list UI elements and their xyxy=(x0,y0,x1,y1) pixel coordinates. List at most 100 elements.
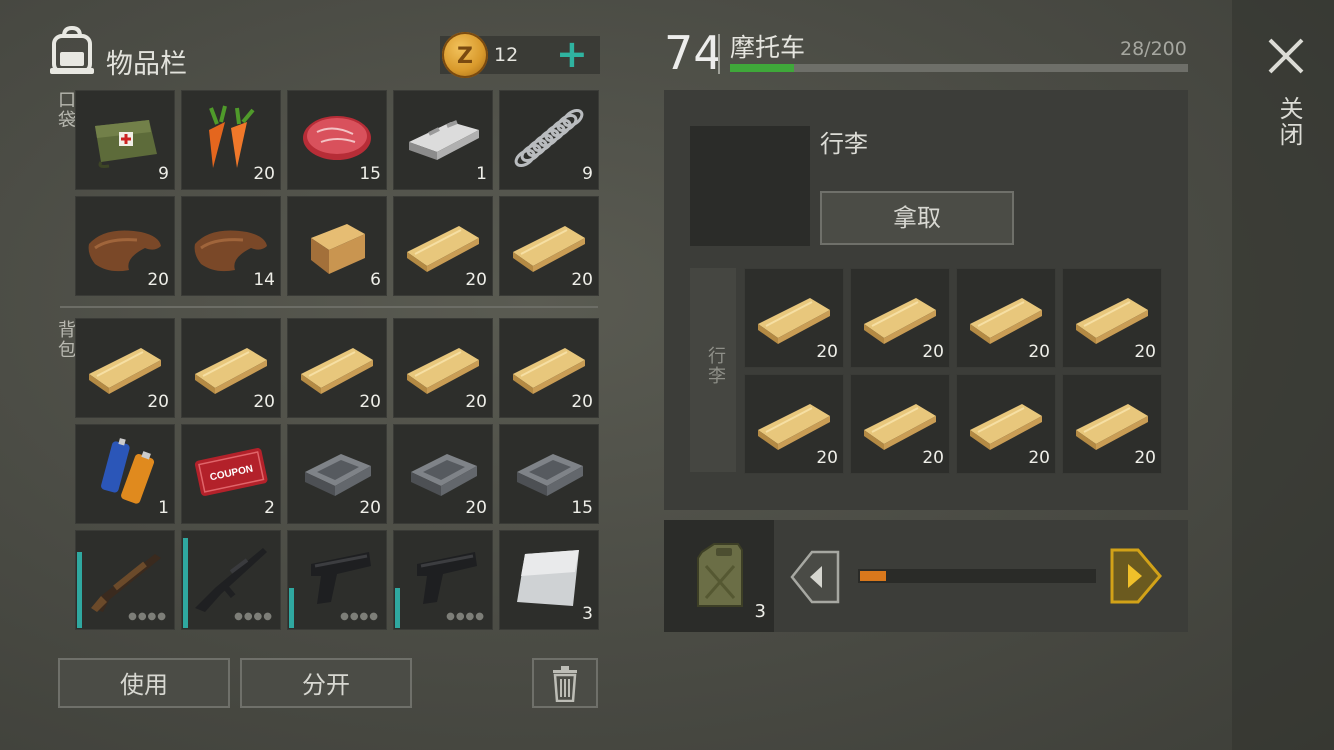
backpack-slot-iron-ingot[interactable]: 20 xyxy=(393,424,493,524)
capacity-bar-fill xyxy=(730,64,795,72)
item-count: 1 xyxy=(476,164,487,184)
item-count: 20 xyxy=(465,498,487,518)
item-count: 20 xyxy=(253,164,275,184)
iron-ingot-icon xyxy=(297,436,377,506)
use-button[interactable]: 使用 xyxy=(58,658,230,708)
iron-ingot-icon xyxy=(509,436,589,506)
pocket-slot-raw-meat[interactable]: 15 xyxy=(287,90,387,190)
close-icon[interactable] xyxy=(1264,34,1308,78)
take-button[interactable]: 拿取 xyxy=(820,191,1014,245)
durability-bar xyxy=(77,552,82,628)
add-coins-button[interactable]: + xyxy=(556,34,588,74)
close-label[interactable]: 关闭 xyxy=(1272,96,1307,148)
wood-plank-icon xyxy=(191,330,271,400)
fuel-decrease-arrow-icon[interactable] xyxy=(790,550,842,604)
luggage-slot-wood-plank[interactable]: 20 xyxy=(956,268,1056,368)
luggage-title: 行李 xyxy=(820,130,868,158)
vehicle-separator xyxy=(718,34,720,74)
item-count: 20 xyxy=(922,448,944,468)
luggage-slot-wood-plank[interactable]: 20 xyxy=(1062,268,1162,368)
pistol-icon xyxy=(403,542,483,612)
luggage-slot-wood-plank[interactable]: 20 xyxy=(744,268,844,368)
vehicle-capacity: 28/200 xyxy=(1120,38,1187,60)
luggage-slot-wood-plank[interactable]: 20 xyxy=(744,374,844,474)
coin-count: 12 xyxy=(494,44,519,66)
fuel-slider-fill xyxy=(860,571,886,581)
wood-plank-icon xyxy=(509,208,589,278)
pocket-slot-spring[interactable]: 9 xyxy=(499,90,599,190)
upgrade-dots: ●●●● xyxy=(340,611,379,622)
pistol-icon xyxy=(297,542,377,612)
pocket-slot-medkit-bag[interactable]: 9 xyxy=(75,90,175,190)
backpack-slot-iron-ingot[interactable]: 20 xyxy=(287,424,387,524)
item-count: 20 xyxy=(571,392,593,412)
backpack-slot-wood-plank[interactable]: 20 xyxy=(499,318,599,418)
backpack-slot-pistol[interactable]: ●●●● xyxy=(393,530,493,630)
trash-button[interactable] xyxy=(532,658,598,708)
split-button[interactable]: 分开 xyxy=(240,658,412,708)
spring-icon xyxy=(509,102,589,172)
vehicle-level: 74 xyxy=(664,26,723,80)
wood-plank-icon xyxy=(509,330,589,400)
durability-bar xyxy=(183,538,188,628)
pocket-slot-wood-block[interactable]: 6 xyxy=(287,196,387,296)
luggage-image xyxy=(690,126,810,246)
coin-icon: Z xyxy=(442,32,488,78)
wood-plank-icon xyxy=(403,330,483,400)
backpack-slot-wood-plank[interactable]: 20 xyxy=(393,318,493,418)
backpack-slot-batteries[interactable]: 1 xyxy=(75,424,175,524)
wood-plank-icon xyxy=(754,280,834,350)
item-count: 20 xyxy=(359,498,381,518)
shotgun-icon xyxy=(85,542,165,612)
wood-plank-icon xyxy=(403,208,483,278)
luggage-slot-wood-plank[interactable]: 20 xyxy=(850,268,950,368)
svg-text:Z: Z xyxy=(457,44,473,69)
item-count: 20 xyxy=(253,392,275,412)
wood-plank-icon xyxy=(1072,280,1152,350)
medkit-bag-icon xyxy=(85,102,165,172)
backpack-slot-wood-plank[interactable]: 20 xyxy=(75,318,175,418)
wood-plank-icon xyxy=(297,330,377,400)
item-count: 9 xyxy=(582,164,593,184)
pocket-slot-carrot[interactable]: 20 xyxy=(181,90,281,190)
pocket-slot-leather[interactable]: 14 xyxy=(181,196,281,296)
luggage-slot-wood-plank[interactable]: 20 xyxy=(1062,374,1162,474)
wood-plank-icon xyxy=(1072,386,1152,456)
metal-ingot-icon xyxy=(403,102,483,172)
pocket-slot-wood-plank[interactable]: 20 xyxy=(499,196,599,296)
wood-plank-icon xyxy=(966,386,1046,456)
upgrade-dots: ●●●● xyxy=(128,611,167,622)
backpack-slot-wood-plank[interactable]: 20 xyxy=(287,318,387,418)
batteries-icon xyxy=(85,436,165,506)
backpack-slot-assault-rifle[interactable]: ●●●● xyxy=(181,530,281,630)
backpack-slot-coupon[interactable]: COUPON 2 xyxy=(181,424,281,524)
backpack-slot-shotgun[interactable]: ●●●● xyxy=(75,530,175,630)
pocket-slot-metal-ingot[interactable]: 1 xyxy=(393,90,493,190)
wood-plank-icon xyxy=(860,280,940,350)
backpack-slot-pistol[interactable]: ●●●● xyxy=(287,530,387,630)
luggage-slot-wood-plank[interactable]: 20 xyxy=(956,374,1056,474)
pocket-slot-leather[interactable]: 20 xyxy=(75,196,175,296)
backpack-slot-wood-plank[interactable]: 20 xyxy=(181,318,281,418)
backpack-slot-iron-ingot[interactable]: 15 xyxy=(499,424,599,524)
item-count: 20 xyxy=(1028,448,1050,468)
fuel-slider-track[interactable] xyxy=(858,569,1096,583)
wood-plank-icon xyxy=(85,330,165,400)
assault-rifle-icon xyxy=(191,542,271,612)
item-count: 20 xyxy=(571,270,593,290)
fuel-increase-arrow-icon[interactable] xyxy=(1110,548,1162,604)
backpack-icon xyxy=(50,26,94,74)
item-count: 14 xyxy=(253,270,275,290)
item-count: 20 xyxy=(147,392,169,412)
item-count: 9 xyxy=(158,164,169,184)
item-count: 20 xyxy=(359,392,381,412)
backpack-slot-metal-sheet[interactable]: 3 xyxy=(499,530,599,630)
leather-icon xyxy=(191,208,271,278)
fuel-count: 3 xyxy=(754,601,766,622)
item-count: 1 xyxy=(158,498,169,518)
pocket-slot-wood-plank[interactable]: 20 xyxy=(393,196,493,296)
item-count: 20 xyxy=(816,342,838,362)
fuel-slot[interactable]: 3 xyxy=(664,520,774,632)
item-count: 20 xyxy=(1134,448,1156,468)
luggage-slot-wood-plank[interactable]: 20 xyxy=(850,374,950,474)
